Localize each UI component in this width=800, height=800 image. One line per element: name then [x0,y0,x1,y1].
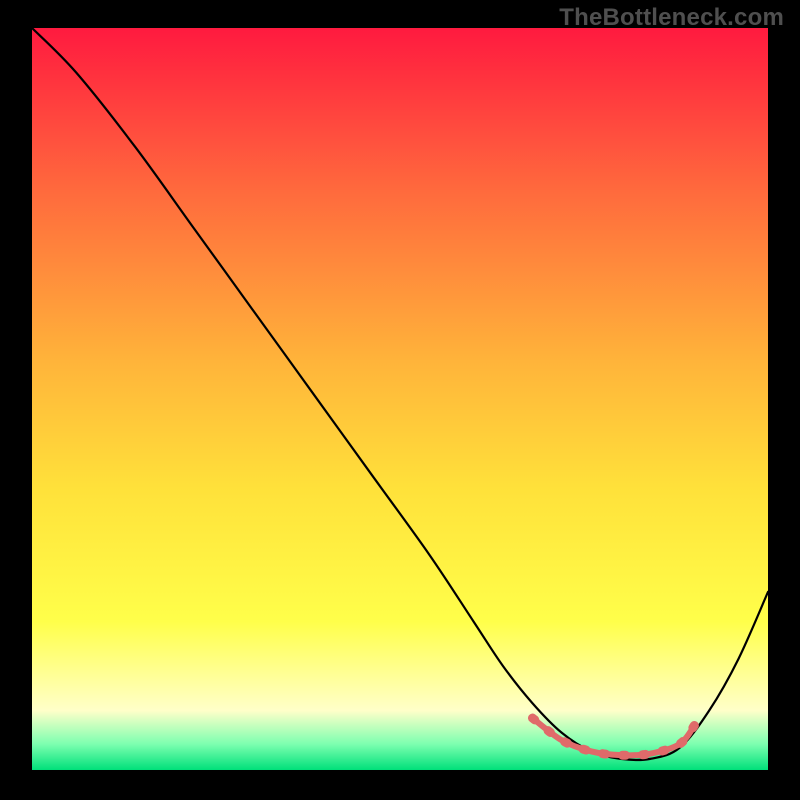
chart-container: TheBottleneck.com [0,0,800,800]
plot-svg [32,28,768,770]
watermark-text: TheBottleneck.com [559,4,784,32]
gradient-background [32,28,768,770]
plot-area [32,28,768,770]
